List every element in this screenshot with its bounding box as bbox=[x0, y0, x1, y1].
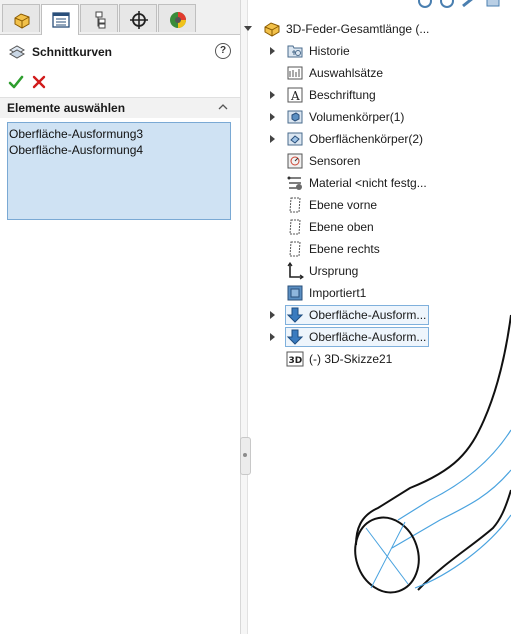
tree-item-label: Oberfläche-Ausform... bbox=[309, 330, 427, 344]
selection-list-box[interactable]: Oberfläche-Ausformung3 Oberfläche-Ausfor… bbox=[7, 122, 231, 220]
display-manager-tab[interactable] bbox=[158, 4, 196, 32]
tree-item[interactable]: Historie bbox=[286, 41, 350, 61]
tree-item-label: Oberfläche-Ausform... bbox=[309, 308, 427, 322]
tree-item[interactable]: Oberflächenkörper(2) bbox=[286, 129, 423, 149]
expand-arrow-icon[interactable] bbox=[270, 311, 275, 319]
expand-arrow-icon[interactable] bbox=[270, 91, 275, 99]
panel-splitter[interactable] bbox=[241, 0, 248, 634]
tree-item-label: Historie bbox=[309, 44, 350, 58]
tree-root-label: 3D-Feder-Gesamtlänge (... bbox=[286, 22, 430, 36]
tree-item[interactable]: Auswahlsätze bbox=[286, 63, 383, 83]
list-item[interactable]: Oberfläche-Ausformung4 bbox=[9, 142, 229, 158]
tree-item-label: Volumenkörper(1) bbox=[309, 110, 405, 124]
material-icon bbox=[287, 176, 302, 190]
crosshair-icon bbox=[130, 11, 148, 29]
feature-tree-icon bbox=[14, 13, 30, 29]
plane-icon bbox=[289, 197, 301, 213]
chevron-up-icon[interactable] bbox=[218, 103, 228, 110]
property-manager-panel: Schnittkurven ? Elemente auswählen Oberf… bbox=[0, 0, 240, 634]
tree-item-label: Importiert1 bbox=[309, 286, 367, 300]
svg-text:3D: 3D bbox=[289, 356, 303, 366]
collapse-arrow-icon[interactable] bbox=[244, 26, 252, 31]
tree-item[interactable]: Ursprung bbox=[286, 261, 358, 281]
feature-manager-tab[interactable] bbox=[2, 4, 40, 32]
expand-arrow-icon[interactable] bbox=[270, 113, 275, 121]
tree-item[interactable]: Volumenkörper(1) bbox=[286, 107, 404, 127]
origin-icon bbox=[287, 262, 304, 280]
section-title: Elemente auswählen bbox=[7, 101, 126, 115]
tree-item-label: Ursprung bbox=[309, 264, 359, 278]
tree-item[interactable]: Importiert1 bbox=[286, 283, 366, 303]
expand-arrow-icon[interactable] bbox=[270, 135, 275, 143]
tree-item-label: Ebene rechts bbox=[309, 242, 380, 256]
property-list-icon bbox=[52, 12, 70, 28]
tree-item[interactable]: Oberfläche-Ausform... bbox=[285, 327, 430, 347]
select-entities-section-header[interactable]: Elemente auswählen bbox=[0, 97, 240, 118]
tree-item-label: Ebene oben bbox=[309, 220, 374, 234]
history-folder-icon bbox=[287, 45, 303, 58]
tree-root[interactable]: 3D-Feder-Gesamtlänge (... bbox=[263, 19, 429, 39]
tree-item-label: Auswahlsätze bbox=[309, 66, 384, 80]
list-item[interactable]: Oberfläche-Ausformung3 bbox=[9, 126, 229, 142]
tree-item[interactable]: 3D (-) 3D-Skizze21 bbox=[286, 349, 392, 369]
tree-item[interactable]: Sensoren bbox=[286, 151, 360, 171]
configuration-manager-tab[interactable] bbox=[80, 4, 118, 32]
dimxpert-tab[interactable] bbox=[119, 4, 157, 32]
surface-bodies-icon bbox=[287, 132, 303, 146]
tree-item[interactable]: Ebene rechts bbox=[286, 239, 380, 259]
plane-icon bbox=[289, 241, 301, 257]
manager-tab-bar bbox=[0, 0, 240, 35]
loft-surface-icon bbox=[286, 329, 304, 345]
svg-text:A: A bbox=[290, 89, 300, 103]
selection-sets-icon bbox=[287, 66, 303, 80]
tree-item-label: Ebene vorne bbox=[309, 198, 378, 212]
tree-item-label: Oberflächenkörper(2) bbox=[309, 132, 424, 146]
graphics-area[interactable]: 3D-Feder-Gesamtlänge (... Historie Auswah… bbox=[244, 0, 511, 634]
tree-item[interactable]: Ebene vorne bbox=[286, 195, 377, 215]
appearance-ball-icon bbox=[170, 12, 186, 28]
imported-body-icon bbox=[287, 285, 303, 301]
cancel-button[interactable] bbox=[31, 74, 47, 90]
annotation-icon: A bbox=[287, 87, 303, 103]
part-icon bbox=[264, 22, 280, 37]
page-title: Schnittkurven bbox=[32, 45, 113, 59]
tree-item-label: Material <nicht festg... bbox=[309, 176, 427, 190]
tree-item-label: Beschriftung bbox=[309, 88, 376, 102]
plane-icon bbox=[289, 219, 301, 235]
solid-bodies-icon bbox=[287, 110, 303, 124]
tree-item-label: Sensoren bbox=[309, 154, 361, 168]
help-button[interactable]: ? bbox=[215, 43, 231, 59]
property-manager-header: Schnittkurven bbox=[8, 42, 112, 62]
property-manager-tab[interactable] bbox=[41, 4, 79, 35]
sketch-3d-icon: 3D bbox=[286, 351, 304, 367]
ok-button[interactable] bbox=[8, 74, 24, 90]
tree-item-label: (-) 3D-Skizze21 bbox=[309, 352, 393, 366]
loft-surface-icon bbox=[286, 307, 304, 323]
expand-arrow-icon[interactable] bbox=[270, 47, 275, 55]
sensor-icon bbox=[287, 153, 303, 169]
tree-item[interactable]: Material <nicht festg... bbox=[286, 173, 427, 193]
intersection-curve-icon bbox=[8, 45, 26, 59]
tree-item[interactable]: Oberfläche-Ausform... bbox=[285, 305, 430, 325]
configuration-icon bbox=[95, 11, 106, 29]
tree-item[interactable]: Ebene oben bbox=[286, 217, 374, 237]
expand-arrow-icon[interactable] bbox=[270, 333, 275, 341]
tree-item[interactable]: A Beschriftung bbox=[286, 85, 376, 105]
